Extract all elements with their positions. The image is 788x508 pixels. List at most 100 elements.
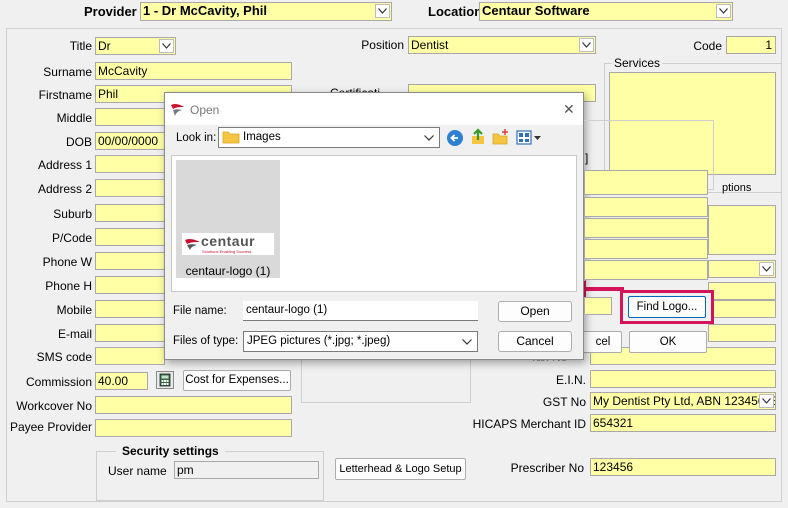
view-menu-icon[interactable] — [516, 129, 542, 147]
logo-word: centaur — [201, 233, 256, 249]
right-field-4[interactable] — [708, 324, 776, 342]
behind-field-2[interactable] — [584, 197, 708, 217]
calculator-icon[interactable] — [156, 371, 174, 389]
commission-field[interactable]: 40.00 — [95, 372, 148, 390]
behind-panel-fragment — [579, 123, 583, 303]
behind-field-6[interactable] — [584, 297, 612, 315]
find-logo-button[interactable]: Find Logo... — [628, 296, 706, 318]
provider-select[interactable]: 1 - Dr McCavity, Phil — [140, 2, 392, 21]
logo-thumbnail: centaur Solutions Enabling Success — [182, 233, 274, 255]
options-partial[interactable]: ptions — [722, 182, 751, 194]
username-value: pm — [177, 463, 194, 477]
title-select[interactable]: Dr — [95, 37, 176, 55]
firstname-label: Firstname — [38, 88, 92, 102]
cost-expenses-button[interactable]: Cost for Expenses... — [183, 370, 291, 391]
ein-field[interactable] — [590, 370, 776, 388]
file-item[interactable]: centaur Solutions Enabling Success centa… — [176, 160, 280, 278]
username-field[interactable]: pm — [174, 461, 319, 479]
middle-field[interactable] — [95, 108, 165, 126]
behind-bracket: ] — [585, 151, 589, 165]
open-button[interactable]: Open — [498, 301, 572, 322]
mobile-label: Mobile — [56, 303, 92, 317]
folder-icon — [222, 131, 240, 144]
pcode-field[interactable] — [95, 228, 165, 246]
filetype-label: Files of type: — [173, 335, 239, 347]
suburb-label: Suburb — [53, 207, 92, 221]
chevron-down-icon[interactable] — [759, 262, 774, 276]
right-field-2[interactable] — [708, 282, 776, 300]
address2-label: Address 2 — [37, 182, 92, 196]
lookin-value: Images — [243, 131, 281, 143]
phonew-field[interactable] — [95, 252, 165, 270]
background-panel — [301, 355, 471, 403]
phoneh-field[interactable] — [95, 276, 165, 294]
payee-field[interactable] — [95, 419, 292, 437]
lookin-select[interactable]: Images — [218, 127, 440, 148]
commission-label: Commission — [25, 375, 92, 389]
letterhead-logo-button[interactable]: Letterhead & Logo Setup — [335, 458, 466, 480]
address2-field[interactable] — [95, 179, 165, 197]
back-icon[interactable] — [446, 129, 464, 147]
chevron-down-icon[interactable] — [375, 4, 390, 18]
code-value: 1 — [765, 38, 772, 52]
username-label: User name — [108, 464, 167, 478]
chevron-down-icon[interactable] — [579, 38, 594, 52]
position-select[interactable]: Dentist — [408, 36, 596, 54]
behind-field-4[interactable] — [584, 239, 708, 259]
up-folder-icon[interactable] — [469, 128, 487, 146]
filename-input[interactable]: centaur-logo (1) — [243, 301, 478, 321]
close-icon[interactable]: ✕ — [563, 101, 575, 118]
sms-field[interactable] — [95, 347, 165, 365]
gst-select[interactable]: My Dentist Pty Ltd, ABN 12345678 — [590, 392, 776, 410]
code-field[interactable]: 1 — [726, 36, 776, 54]
lookin-label: Look in: — [176, 132, 217, 144]
surname-field[interactable]: McCavity — [95, 62, 292, 80]
chevron-down-icon[interactable] — [462, 339, 472, 345]
cancel-partial-label: cel — [595, 336, 611, 348]
gst-value: My Dentist Pty Ltd, ABN 12345678 — [593, 394, 776, 408]
email-field[interactable] — [95, 324, 165, 342]
prescriber-field[interactable]: 123456 — [590, 458, 776, 476]
address1-label: Address 1 — [37, 158, 92, 172]
file-list[interactable]: centaur Solutions Enabling Success centa… — [171, 155, 577, 292]
email-label: E-mail — [57, 327, 92, 341]
address1-field[interactable] — [95, 155, 165, 173]
title-label: Title — [69, 39, 92, 53]
location-select[interactable]: Centaur Software — [479, 2, 733, 21]
chevron-down-icon[interactable] — [424, 135, 434, 141]
dob-field[interactable]: 00/00/0000 — [95, 132, 165, 150]
open-dialog: Open ✕ Look in: Images centaur Solutions… — [164, 92, 584, 360]
chevron-down-icon[interactable] — [759, 394, 774, 408]
workcover-field[interactable] — [95, 396, 292, 414]
phoneh-label: Phone H — [45, 279, 92, 293]
chevron-down-icon[interactable] — [159, 39, 174, 53]
behind-field-5[interactable] — [584, 260, 708, 280]
chevron-down-icon[interactable] — [716, 4, 731, 18]
surname-label: Surname — [43, 65, 92, 79]
cancel-button[interactable]: Cancel — [498, 331, 572, 352]
filetype-select[interactable]: JPEG pictures (*.jpg; *.jpeg) — [243, 331, 478, 352]
hicaps-label: HICAPS Merchant ID — [472, 417, 586, 431]
behind-field-3[interactable] — [584, 218, 708, 238]
dialog-titlebar: Open ✕ — [165, 93, 583, 125]
right-field-3[interactable] — [708, 300, 776, 318]
new-folder-icon[interactable] — [492, 128, 510, 146]
provider-label: Provider — [84, 4, 137, 19]
ein-label: E.I.N. — [555, 373, 586, 387]
code-label: Code — [693, 39, 722, 53]
hicaps-field[interactable]: 654321 — [590, 414, 776, 432]
filename-label: File name: — [173, 305, 227, 317]
right-field-1[interactable] — [708, 205, 776, 255]
dialog-title: Open — [190, 103, 220, 117]
right-select-1[interactable] — [708, 260, 776, 278]
ok-button[interactable]: OK — [629, 331, 707, 353]
payee-label: Payee Provider — [9, 420, 92, 434]
logo-tagline: Solutions Enabling Success — [202, 249, 252, 254]
dob-label: DOB — [65, 135, 92, 149]
middle-label: Middle — [56, 111, 92, 125]
position-label: Position — [361, 38, 404, 52]
centaur-logo-icon — [185, 238, 200, 250]
behind-field-1[interactable] — [584, 170, 708, 195]
mobile-field[interactable] — [95, 300, 165, 318]
suburb-field[interactable] — [95, 204, 165, 222]
